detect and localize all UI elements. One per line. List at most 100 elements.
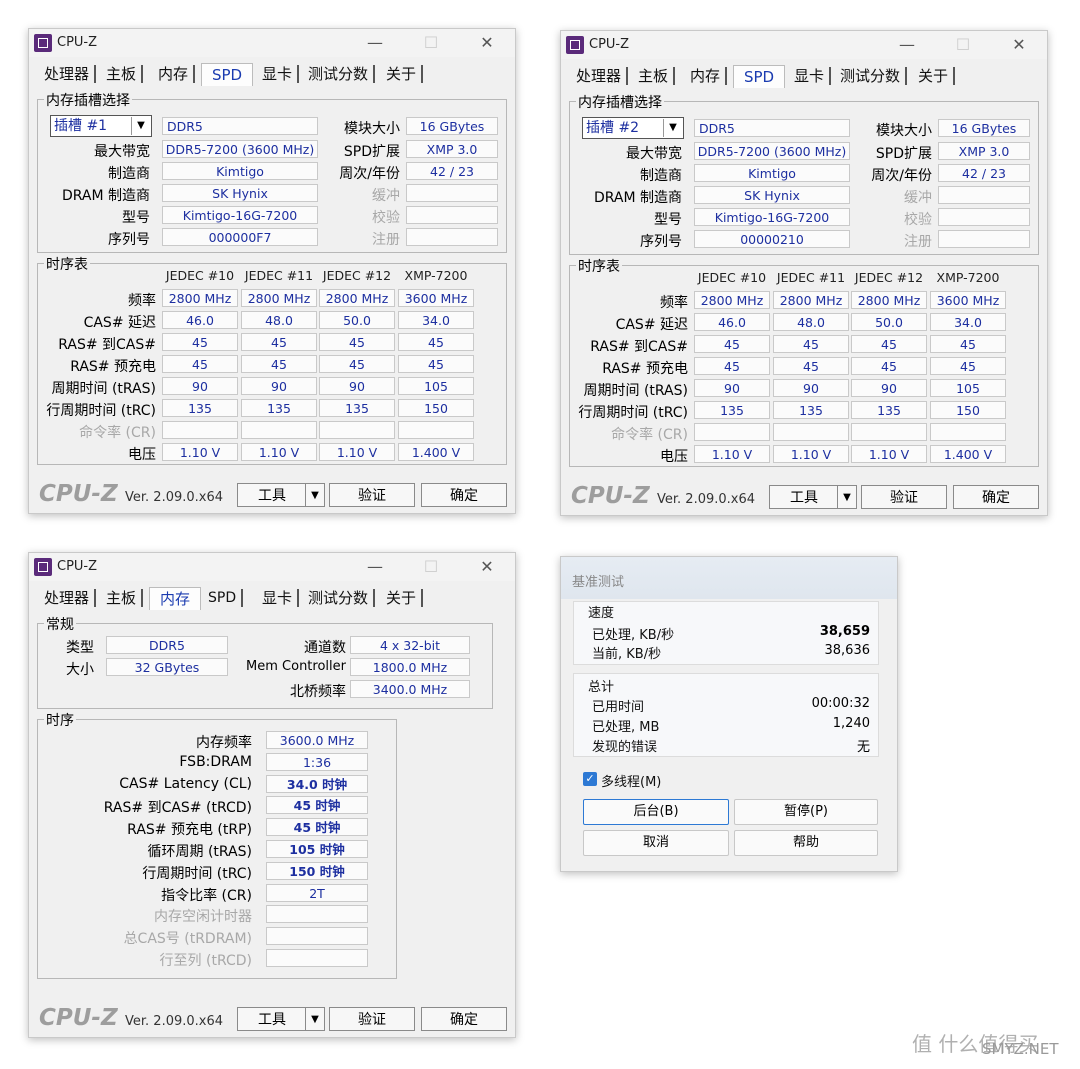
mem-controller-value: 1800.0 MHz [350,658,470,676]
tools-button[interactable]: 工具 [237,1007,307,1031]
title-bar[interactable]: CPU-Z — ☐ ✕ [29,553,515,581]
serial-number-value: 000000F7 [162,228,318,246]
timing-cell: 34.0 [930,313,1006,331]
tab-spd[interactable]: SPD [205,587,244,609]
close-icon[interactable]: ✕ [1009,35,1029,55]
tab-memory[interactable]: 内存 [155,63,196,85]
validate-button[interactable]: 验证 [329,1007,415,1031]
processed-kbs-value: 38,659 [819,624,870,639]
total-group: 总计 已用时间 00:00:32 已处理, MB 1,240 发现的错误 无 [573,673,879,757]
processed-kbs-label: 已处理, KB/秒 [592,628,675,643]
tab-mainboard[interactable]: 主板 [103,587,144,609]
cpuz-app-icon [34,34,52,52]
tab-spd[interactable]: SPD [201,63,253,86]
tab-bench[interactable]: 测试分数 [305,587,376,609]
serial-number-value: 00000210 [694,230,850,248]
title-bar[interactable]: CPU-Z — ☐ ✕ [561,31,1047,59]
tab-graphics[interactable]: 显卡 [791,65,832,87]
tab-about[interactable]: 关于 [383,63,424,85]
chevron-down-icon[interactable]: ▼ [305,483,325,507]
validate-button[interactable]: 验证 [861,485,947,509]
dram-manufacturer-label: DRAM 制造商 [593,190,682,206]
tab-graphics[interactable]: 显卡 [259,63,300,85]
footer: CPU-Z Ver. 2.09.0.x64 工具 ▼ 验证 确定 [561,481,1047,515]
chevron-down-icon[interactable]: ▼ [837,485,857,509]
tools-button[interactable]: 工具 [237,483,307,507]
timing-value [266,927,368,946]
timing-label: CAS# Latency (CL) [119,775,252,792]
timing-label: 内存频率 [196,735,252,751]
minimize-icon[interactable]: — [365,557,385,577]
column-header: JEDEC #12 [854,270,924,285]
help-button[interactable]: 帮助 [734,830,878,856]
chevron-down-icon[interactable]: ▼ [663,119,682,137]
minimize-icon[interactable]: — [897,35,917,55]
timing-row-label: 周期时间 (tRAS) [51,381,157,397]
title-bar[interactable]: CPU-Z — ☐ ✕ [29,29,515,57]
timing-cell: 45 [319,333,395,351]
tab-spd[interactable]: SPD [733,65,785,88]
minimize-icon[interactable]: — [365,33,385,53]
timing-row-label: 行周期时间 (tRC) [578,405,688,421]
timing-cell: 90 [694,379,770,397]
timing-row-label: RAS# 预充电 [70,359,156,375]
validate-button[interactable]: 验证 [329,483,415,507]
tools-button[interactable]: 工具 [769,485,839,509]
tab-bar: 处理器 主板 内存 SPD 显卡 测试分数 关于 [37,587,507,611]
tab-cpu[interactable]: 处理器 [41,587,97,609]
timing-cell: 2800 MHz [773,291,849,309]
close-icon[interactable]: ✕ [477,557,497,577]
tab-cpu[interactable]: 处理器 [41,63,97,85]
background-button[interactable]: 后台(B) [583,799,729,825]
timing-cell: 90 [773,379,849,397]
multithread-label[interactable]: 多线程(M) [601,771,661,790]
ok-button[interactable]: 确定 [953,485,1039,509]
tab-about[interactable]: 关于 [383,587,424,609]
tab-memory[interactable]: 内存 [149,587,201,610]
timing-cell: 45 [773,335,849,353]
channels-value: 4 x 32-bit [350,636,470,654]
timing-cell: 45 [241,355,317,373]
title-bar[interactable]: 基准测试 [561,557,897,599]
column-header: JEDEC #10 [697,270,767,285]
size-label: 大小 [66,662,94,678]
tab-mainboard[interactable]: 主板 [635,65,676,87]
timing-value [266,905,368,924]
tab-about[interactable]: 关于 [915,65,956,87]
timing-table-group: 时序表 JEDEC #10 JEDEC #11 JEDEC #12 XMP-72… [569,256,1039,467]
chevron-down-icon[interactable]: ▼ [305,1007,325,1031]
ok-button[interactable]: 确定 [421,483,507,507]
timing-cell [851,423,927,441]
tab-bench[interactable]: 测试分数 [837,65,908,87]
benchmark-dialog: 基准测试 速度 已处理, KB/秒 38,659 当前, KB/秒 38,636… [560,556,898,872]
timing-cell: 46.0 [694,313,770,331]
timing-cell: 1.10 V [319,443,395,461]
registered-label: 注册 [372,232,400,248]
ok-button[interactable]: 确定 [421,1007,507,1031]
timing-cell: 1.10 V [694,445,770,463]
timing-cell: 45 [851,335,927,353]
column-header: JEDEC #12 [322,268,392,283]
timing-cell: 45 [162,355,238,373]
slot-select[interactable]: 插槽 #1 ▼ [50,115,152,137]
multithread-checkbox[interactable]: ✓ [583,772,597,786]
group-label: 时序 [44,710,76,730]
timing-row-label: 行周期时间 (tRC) [46,403,156,419]
column-header: JEDEC #11 [244,268,314,283]
watermark-site: SMYZ.NET [982,1040,1059,1058]
slot-select[interactable]: 插槽 #2 ▼ [582,117,684,139]
cancel-button[interactable]: 取消 [583,830,729,856]
timing-label: RAS# 到CAS# (tRCD) [103,800,252,817]
tab-bench[interactable]: 测试分数 [305,63,376,85]
close-icon[interactable]: ✕ [477,33,497,53]
tab-cpu[interactable]: 处理器 [573,65,629,87]
tab-graphics[interactable]: 显卡 [259,587,300,609]
cpuz-logo: CPU-Z [39,481,118,507]
version-text: Ver. 2.09.0.x64 [657,492,756,507]
chevron-down-icon[interactable]: ▼ [131,117,150,135]
tab-bar: 处理器 主板 内存 SPD 显卡 测试分数 关于 [569,65,1039,89]
pause-button[interactable]: 暂停(P) [734,799,878,825]
tab-memory[interactable]: 内存 [687,65,728,87]
tab-mainboard[interactable]: 主板 [103,63,144,85]
corrected-label: 校验 [372,210,400,226]
